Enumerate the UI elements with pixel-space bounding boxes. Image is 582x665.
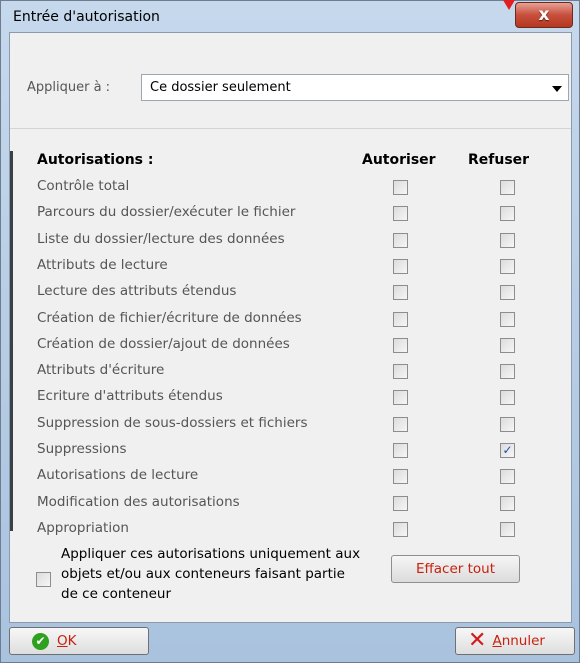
allow-checkbox[interactable] [393,311,408,327]
title-bar: Entrée d'autorisation x [1,1,579,31]
cancel-button[interactable]: ✕ Annuler [455,627,575,655]
deny-checkbox[interactable] [500,337,515,353]
apply-only-checkbox[interactable] [36,572,51,587]
permission-row: Lecture des attributs étendus [10,283,571,309]
allow-checkbox[interactable] [393,180,408,195]
permission-label: Modification des autorisations [37,493,240,510]
deny-checkbox[interactable] [500,495,515,511]
dropdown-arrow-icon [552,86,562,92]
permission-label: Appropriation [37,519,129,536]
permission-label: Contrôle total [37,178,130,194]
dialog-footer: ✔ OK ✕ Annuler [9,623,575,659]
apply-to-label: Appliquer à : [27,80,111,95]
permission-label: Création de dossier/ajout de données [37,335,290,352]
apply-to-section: Appliquer à : Ce dossier seulement [10,33,571,129]
allow-checkbox[interactable] [393,469,408,485]
deny-checkbox[interactable] [500,258,515,274]
permission-label: Création de fichier/écriture de données [37,309,302,326]
apply-to-value: Ce dossier seulement [150,80,291,95]
allow-column-header: Autoriser [362,152,436,168]
ok-button[interactable]: ✔ OK [9,627,149,655]
permission-label: Liste du dossier/lecture des données [37,230,285,247]
allow-checkbox[interactable] [393,232,408,248]
permission-row: Création de fichier/écriture de données [10,310,571,336]
permission-label: Suppression de sous-dossiers et fichiers [37,414,308,431]
apply-only-label: Appliquer ces autorisations uniquement a… [61,546,361,602]
dialog-title: Entrée d'autorisation [13,9,160,25]
permission-row: Contrôle total [10,178,571,204]
allow-checkbox[interactable] [393,206,408,222]
allow-checkbox[interactable] [393,364,408,380]
allow-checkbox[interactable] [393,443,408,458]
permission-label: Autorisations de lecture [37,467,199,484]
dialog-window: Entrée d'autorisation x Appliquer à : Ce… [0,0,580,663]
allow-checkbox[interactable] [393,495,408,511]
allow-checkbox[interactable] [393,521,408,537]
dialog-body: Appliquer à : Ce dossier seulement Autor… [9,32,572,623]
permission-label: Parcours du dossier/exécuter le fichier [37,204,296,221]
deny-checkbox[interactable] [500,469,515,485]
allow-checkbox[interactable] [393,285,408,301]
close-button[interactable]: x [515,2,573,28]
pointer-marker-icon [503,0,515,10]
deny-checkbox[interactable] [500,390,515,406]
permission-label: Ecriture d'attributs étendus [37,388,223,405]
deny-checkbox[interactable] [500,416,515,432]
permission-row: Suppressions ✓ [10,441,571,467]
clear-all-button[interactable]: Effacer tout [391,555,520,583]
deny-checkbox[interactable] [500,311,515,327]
permissions-header: Autorisations : [37,152,154,168]
permission-label: Attributs d'écriture [37,362,165,379]
check-circle-icon: ✔ [32,632,49,650]
allow-checkbox[interactable] [393,337,408,353]
deny-checkbox[interactable] [500,232,515,248]
deny-checkbox[interactable] [500,285,515,301]
deny-checkbox[interactable]: ✓ [500,443,515,458]
permission-row: Attributs d'écriture [10,362,571,388]
permission-label: Lecture des attributs étendus [37,283,237,300]
x-icon: ✕ [468,628,487,653]
permission-row: Parcours du dossier/exécuter le fichier [10,204,571,230]
permission-row: Suppression de sous-dossiers et fichiers [10,415,571,441]
permission-row: Attributs de lecture [10,257,571,283]
allow-checkbox[interactable] [393,416,408,432]
allow-checkbox[interactable] [393,258,408,274]
permission-row: Autorisations de lecture [10,467,571,493]
permission-row: Liste du dossier/lecture des données [10,231,571,257]
deny-checkbox[interactable] [500,364,515,380]
deny-checkbox[interactable] [500,206,515,222]
deny-column-header: Refuser [468,152,530,168]
allow-checkbox[interactable] [393,390,408,406]
permission-row: Modification des autorisations [10,494,571,520]
permission-row: Création de dossier/ajout de données [10,336,571,362]
permission-row: Appropriation [10,520,571,546]
ok-label: OK [57,633,77,649]
permission-row: Ecriture d'attributs étendus [10,388,571,414]
deny-checkbox[interactable] [500,521,515,537]
cancel-label: Annuler [492,633,545,649]
deny-checkbox[interactable] [500,180,515,195]
permission-label: Suppressions [37,441,127,457]
close-icon: x [538,5,550,25]
apply-to-dropdown[interactable]: Ce dossier seulement [141,74,569,101]
permission-label: Attributs de lecture [37,256,168,273]
